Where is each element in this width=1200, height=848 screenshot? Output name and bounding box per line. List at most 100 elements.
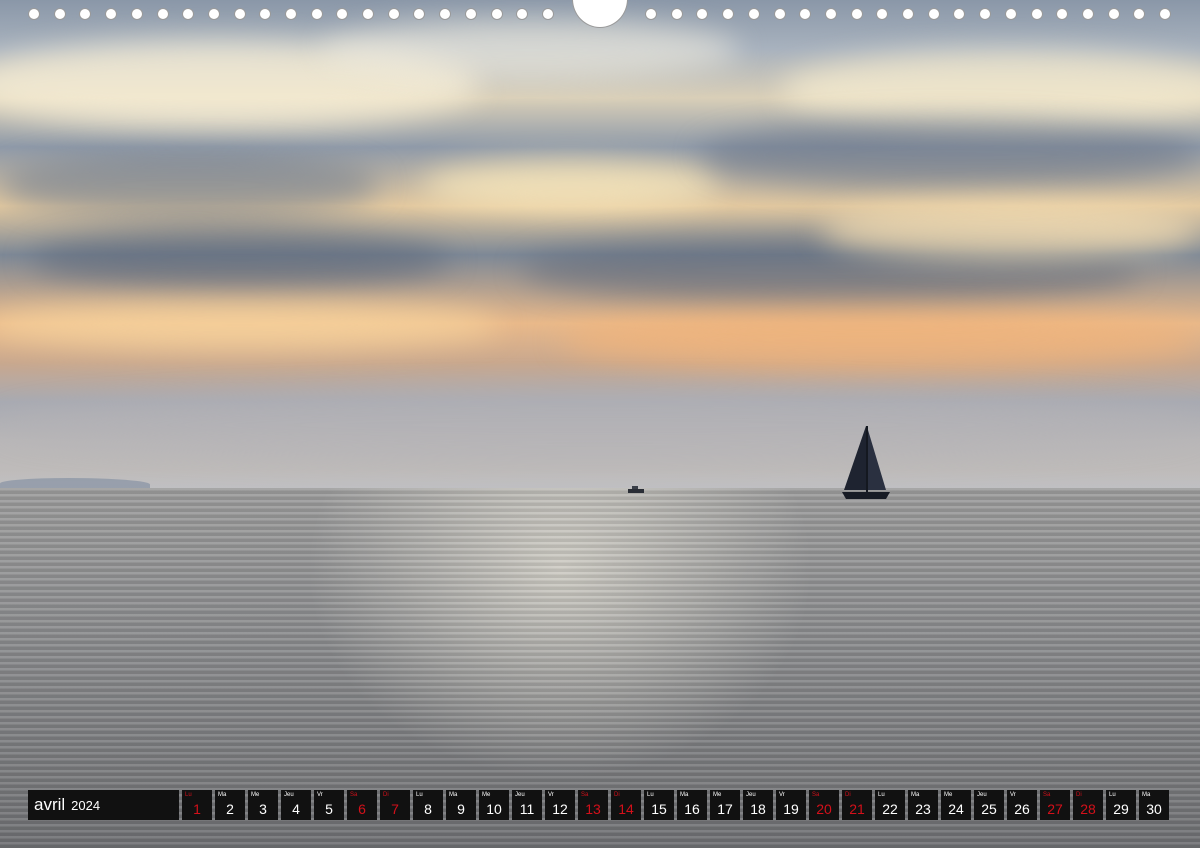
day-abbr: Ma <box>218 792 227 798</box>
binding-ring <box>542 8 554 20</box>
binding-ring <box>208 8 220 20</box>
binding-ring <box>311 8 323 20</box>
day-abbr: Lu <box>416 792 423 798</box>
sailboat-icon <box>842 426 890 499</box>
day-cell: Jeu 11 <box>512 790 542 820</box>
day-cell: Di 14 <box>611 790 641 820</box>
day-number: 17 <box>717 801 733 817</box>
binding-ring <box>722 8 734 20</box>
binding-ring <box>645 8 657 20</box>
day-number: 27 <box>1047 801 1063 817</box>
day-cell: Di 21 <box>842 790 872 820</box>
month-name: avril <box>34 795 66 814</box>
day-cell: Sa 13 <box>578 790 608 820</box>
day-number: 8 <box>424 801 432 817</box>
day-cell: Me 3 <box>248 790 278 820</box>
day-abbr: Lu <box>647 792 654 798</box>
day-abbr: Vr <box>779 792 785 798</box>
binding-ring <box>799 8 811 20</box>
day-abbr: Me <box>713 792 722 798</box>
day-cell: Sa 27 <box>1040 790 1070 820</box>
day-cell: Ma 23 <box>908 790 938 820</box>
day-cell: Lu 15 <box>644 790 674 820</box>
day-cells: Lu 1 Ma 2 Me 3 Jeu 4 Vr 5 Sa 6 Di 7 Lu 8 Ma 9 Me 10 Jeu 11 Vr 1… <box>182 790 1172 820</box>
day-number: 15 <box>651 801 667 817</box>
binding-ring <box>953 8 965 20</box>
day-abbr: Lu <box>878 792 885 798</box>
day-cell: Vr 26 <box>1007 790 1037 820</box>
day-cell: Lu 22 <box>875 790 905 820</box>
binding-ring <box>979 8 991 20</box>
day-abbr: Jeu <box>284 792 294 798</box>
binding-ring <box>1108 8 1120 20</box>
day-cell: Me 24 <box>941 790 971 820</box>
day-cell: Vr 19 <box>776 790 806 820</box>
day-cell: Ma 2 <box>215 790 245 820</box>
day-cell: Jeu 18 <box>743 790 773 820</box>
binding-ring <box>157 8 169 20</box>
day-abbr: Di <box>383 792 389 798</box>
day-number: 21 <box>849 801 865 817</box>
day-number: 24 <box>948 801 964 817</box>
day-cell: Jeu 25 <box>974 790 1004 820</box>
day-number: 20 <box>816 801 832 817</box>
day-number: 3 <box>259 801 267 817</box>
day-number: 1 <box>193 801 201 817</box>
day-number: 4 <box>292 801 300 817</box>
day-cell: Me 17 <box>710 790 740 820</box>
binding-ring <box>825 8 837 20</box>
binding-ring <box>259 8 271 20</box>
day-number: 13 <box>585 801 601 817</box>
binding-ring <box>774 8 786 20</box>
day-abbr: Jeu <box>977 792 987 798</box>
binding-ring <box>234 8 246 20</box>
day-number: 23 <box>915 801 931 817</box>
day-number: 11 <box>519 801 535 817</box>
calendar-strip: avril 2024 Lu 1 Ma 2 Me 3 Jeu 4 Vr 5 Sa 6 Di 7 Lu 8 Ma 9 M… <box>28 790 1172 820</box>
day-abbr: Lu <box>1109 792 1116 798</box>
day-abbr: Sa <box>350 792 358 798</box>
day-cell: Me 10 <box>479 790 509 820</box>
spiral-binding <box>0 0 1200 28</box>
day-cell: Di 28 <box>1073 790 1103 820</box>
day-abbr: Sa <box>581 792 589 798</box>
day-number: 30 <box>1146 801 1162 817</box>
day-number: 18 <box>750 801 766 817</box>
day-cell: Ma 16 <box>677 790 707 820</box>
binding-ring <box>1082 8 1094 20</box>
day-number: 16 <box>684 801 700 817</box>
day-cell: Sa 6 <box>347 790 377 820</box>
day-number: 22 <box>882 801 898 817</box>
binding-ring <box>1056 8 1068 20</box>
day-abbr: Jeu <box>746 792 756 798</box>
binding-ring <box>748 8 760 20</box>
binding-ring <box>285 8 297 20</box>
day-number: 6 <box>358 801 366 817</box>
day-number: 29 <box>1113 801 1129 817</box>
binding-ring <box>362 8 374 20</box>
day-number: 25 <box>981 801 997 817</box>
month-label: avril 2024 <box>28 790 179 820</box>
day-cell: Vr 12 <box>545 790 575 820</box>
binding-ring <box>1159 8 1171 20</box>
binding-ring <box>105 8 117 20</box>
day-number: 7 <box>391 801 399 817</box>
day-abbr: Di <box>614 792 620 798</box>
day-number: 14 <box>618 801 634 817</box>
binding-ring <box>928 8 940 20</box>
day-number: 12 <box>552 801 568 817</box>
day-cell: Jeu 4 <box>281 790 311 820</box>
day-abbr: Vr <box>317 792 323 798</box>
binding-ring <box>491 8 503 20</box>
day-number: 19 <box>783 801 799 817</box>
day-abbr: Jeu <box>515 792 525 798</box>
binding-ring <box>413 8 425 20</box>
day-number: 5 <box>325 801 333 817</box>
binding-ring <box>1133 8 1145 20</box>
day-cell: Lu 8 <box>413 790 443 820</box>
binding-ring <box>876 8 888 20</box>
binding-ring <box>182 8 194 20</box>
day-number: 10 <box>486 801 502 817</box>
day-abbr: Lu <box>185 792 192 798</box>
sky <box>0 0 1200 490</box>
